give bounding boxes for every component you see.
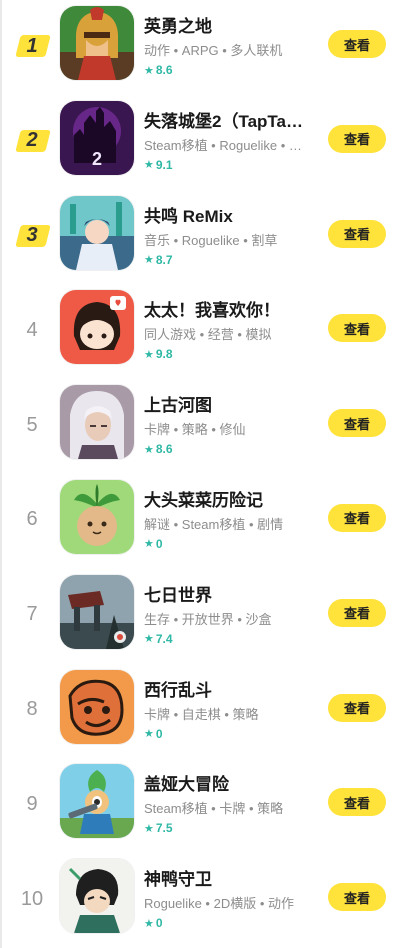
star-icon: ★ (144, 64, 154, 77)
rank-number: 10 (20, 887, 44, 910)
turnip-character-icon[interactable] (60, 479, 134, 554)
star-icon: ★ (144, 728, 154, 741)
rank-number: 4 (26, 318, 38, 341)
game-rating: ★ 9.8 (144, 347, 173, 362)
game-tags: 解谜 • Steam移植 • 剧情 (144, 516, 284, 532)
game-rating: ★ 7.5 (144, 821, 173, 836)
view-button[interactable]: 查看 (328, 598, 386, 627)
list-item[interactable]: 1 英勇之地 动作 • ARPG • 多人联机 ★ 8.6 查看 (0, 0, 400, 95)
view-button[interactable]: 查看 (328, 409, 386, 438)
rank-badge: 3 (14, 218, 51, 254)
star-icon: ★ (144, 917, 154, 930)
game-rating: ★ 7.4 (144, 631, 173, 646)
view-button[interactable]: 查看 (328, 788, 386, 817)
leaf-warrior-icon[interactable] (60, 764, 134, 839)
rank-badge: 2 (14, 123, 51, 159)
chibi-girl-icon[interactable] (60, 290, 134, 365)
list-item[interactable]: 5 上古河图 卡牌 • 策略 • 修仙 ★ 8.6 查看 (0, 379, 400, 474)
view-button[interactable]: 查看 (328, 693, 386, 722)
dark-castle-icon[interactable]: 2 (60, 100, 134, 175)
list-item[interactable]: 4 太太！我喜欢你！ 同人游戏 • 经营 • 模拟 ★ 9.8 查看 (0, 284, 400, 379)
star-icon: ★ (144, 443, 154, 456)
anime-band-icon[interactable] (60, 195, 134, 270)
game-title[interactable]: 七日世界 (144, 581, 316, 606)
game-rating: ★ 0 (144, 726, 163, 741)
star-icon: ★ (144, 633, 154, 646)
game-rating: ★ 8.7 (144, 252, 173, 267)
rank-number: 6 (26, 508, 38, 531)
game-rating: ★ 8.6 (144, 63, 173, 77)
list-item[interactable]: 9 盖娅大冒险 Steam移植 • 卡牌 • 策略 ★ 7.5 查看 (0, 758, 400, 853)
spartan-warrior-icon[interactable] (60, 6, 134, 80)
list-item[interactable]: 6 大头菜菜历险记 解谜 • Steam移植 • 剧情 ★ 0 查看 (0, 474, 400, 569)
rank-number: 8 (26, 698, 38, 721)
star-icon: ★ (144, 159, 154, 172)
game-title[interactable]: 上古河图 (144, 391, 316, 416)
rank-number: 7 (26, 603, 38, 626)
duck-warrior-icon[interactable] (60, 859, 134, 934)
game-title[interactable]: 英勇之地 (144, 12, 316, 37)
list-item[interactable]: 7 七日世界 生存 • 开放世界 • 沙盒 ★ 7.4 查看 (0, 569, 400, 664)
list-item[interactable]: 8 西行乱斗 卡牌 • 自走棋 • 策略 ★ 0 查看 (0, 664, 400, 759)
rank-number: 5 (26, 413, 38, 436)
view-button[interactable]: 查看 (328, 30, 386, 58)
game-tags: 卡牌 • 策略 • 修仙 (144, 422, 246, 438)
game-tags: Steam移植 • Roguelike • … (144, 137, 302, 153)
ruined-city-icon[interactable] (60, 574, 134, 649)
game-title[interactable]: 共鸣 ReMix (144, 202, 316, 227)
ranking-list: 1 英勇之地 动作 • ARPG • 多人联机 ★ 8.6 查看 2 2 失落城… (0, 0, 400, 948)
svg-text:2: 2 (92, 149, 102, 169)
view-button[interactable]: 查看 (328, 219, 386, 248)
game-rating: ★ 0 (144, 916, 163, 931)
game-title[interactable]: 盖娅大冒险 (144, 770, 316, 795)
list-item[interactable]: 10 神鸭守卫 Roguelike • 2D横版 • 动作 ★ 0 查看 (0, 853, 400, 948)
game-rating: ★ 9.1 (144, 157, 173, 172)
view-button[interactable]: 查看 (328, 883, 386, 912)
view-button[interactable]: 查看 (328, 314, 386, 343)
view-button[interactable]: 查看 (328, 124, 386, 153)
game-tags: 生存 • 开放世界 • 沙盒 (144, 611, 272, 627)
star-icon: ★ (144, 538, 154, 551)
game-title[interactable]: 神鸭守卫 (144, 865, 316, 890)
monkey-face-icon[interactable] (60, 669, 134, 744)
game-title[interactable]: 西行乱斗 (144, 676, 316, 701)
game-rating: ★ 8.6 (144, 442, 173, 457)
star-icon: ★ (144, 822, 154, 835)
game-tags: 同人游戏 • 经营 • 模拟 (144, 327, 272, 343)
game-tags: 卡牌 • 自走棋 • 策略 (144, 706, 259, 722)
game-title[interactable]: 失落城堡2（TapTa… (144, 107, 316, 132)
game-title[interactable]: 太太！我喜欢你！ (144, 296, 316, 321)
star-icon: ★ (144, 254, 154, 267)
game-tags: Steam移植 • 卡牌 • 策略 (144, 801, 284, 817)
white-hair-hero-icon[interactable] (60, 385, 134, 460)
list-item[interactable]: 3 共鸣 ReMix 音乐 • Roguelike • 割草 ★ 8.7 查看 (0, 190, 400, 285)
view-button[interactable]: 查看 (328, 503, 386, 532)
rank-number: 9 (26, 792, 38, 815)
rank-badge: 1 (14, 28, 51, 64)
game-title[interactable]: 大头菜菜历险记 (144, 486, 316, 511)
game-tags: Roguelike • 2D横版 • 动作 (144, 896, 294, 912)
game-rating: ★ 0 (144, 536, 163, 551)
game-tags: 音乐 • Roguelike • 割草 (144, 232, 278, 248)
list-item[interactable]: 2 2 失落城堡2（TapTa… Steam移植 • Roguelike • …… (0, 95, 400, 190)
star-icon: ★ (144, 348, 154, 361)
game-tags: 动作 • ARPG • 多人联机 (144, 43, 283, 58)
